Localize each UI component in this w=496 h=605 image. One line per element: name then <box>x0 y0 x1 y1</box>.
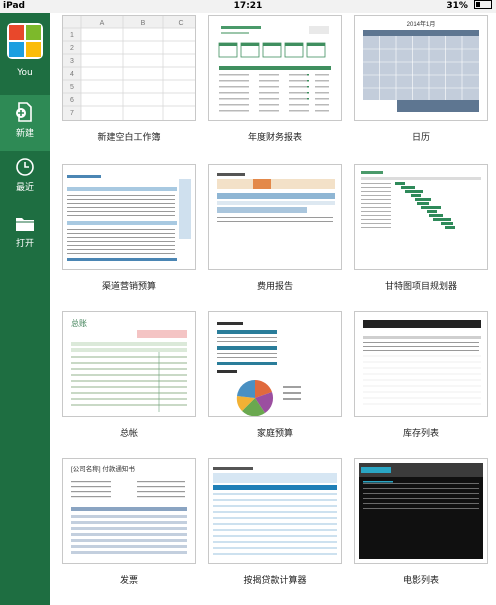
column-header: C <box>178 20 183 27</box>
template-thumbnail <box>354 164 488 270</box>
template-blank-workbook[interactable]: A B C 1 2 3 4 5 6 7 新建空白工作簿 <box>62 15 196 143</box>
gantt-preview <box>361 171 481 229</box>
template-label: 渠道营销预算 <box>101 282 156 292</box>
template-label: 按揭贷款计算器 <box>243 576 307 586</box>
office-logo-icon[interactable] <box>7 23 43 59</box>
battery-percent: 31% <box>446 1 468 11</box>
sidebar-item-label: 最近 <box>15 183 34 193</box>
new-document-icon <box>16 102 32 122</box>
template-channel-marketing-budget[interactable]: 渠道营销预算 <box>62 164 196 292</box>
sidebar-item-label: 新建 <box>15 129 34 139</box>
template-label: 库存列表 <box>402 429 439 439</box>
movie-list-preview <box>359 463 483 559</box>
row-header: 7 <box>70 110 74 117</box>
sidebar: You 新建 最近 打开 <box>0 13 50 605</box>
template-general-ledger[interactable]: 总账 总帐 <box>62 311 196 439</box>
row-header: 1 <box>70 32 74 39</box>
template-gallery: A B C 1 2 3 4 5 6 7 新建空白工作簿 年度财务报表 2014年… <box>50 13 496 605</box>
clock: 17:21 <box>233 1 263 11</box>
template-thumbnail <box>208 311 342 417</box>
blank-sheet-preview: A B C 1 2 3 4 5 6 7 <box>63 16 195 120</box>
calendar-title: 2014年1月 <box>407 20 436 28</box>
status-bar: iPad 17:21 31% <box>0 0 496 13</box>
invoice-preview: [公司名称] 付款通知书 <box>71 464 187 554</box>
template-mortgage-calculator[interactable]: 按揭贷款计算器 <box>208 458 342 586</box>
template-label: 电影列表 <box>402 576 439 586</box>
calendar-preview: 2014年1月 <box>363 20 479 112</box>
row-header: 4 <box>70 71 74 78</box>
marketing-budget-preview <box>67 175 191 261</box>
template-thumbnail <box>208 164 342 270</box>
financial-report-preview <box>218 26 331 112</box>
battery-status: 31% <box>446 0 492 13</box>
battery-icon <box>474 0 492 9</box>
template-invoice[interactable]: [公司名称] 付款通知书 发票 <box>62 458 196 586</box>
template-inventory-list[interactable]: 库存列表 <box>354 311 488 439</box>
template-label: 新建空白工作簿 <box>97 133 161 143</box>
template-annual-financial-report[interactable]: 年度财务报表 <box>208 15 342 143</box>
row-header: 2 <box>70 45 74 52</box>
template-gantt-project-planner[interactable]: 甘特图项目规划器 <box>354 164 488 292</box>
template-label: 日历 <box>411 133 430 143</box>
template-label: 总帐 <box>119 429 138 439</box>
template-label: 甘特图项目规划器 <box>384 282 457 292</box>
template-label: 费用报告 <box>256 282 293 292</box>
template-calendar[interactable]: 2014年1月 日历 <box>354 15 488 143</box>
template-thumbnail: 总账 <box>62 311 196 417</box>
row-header: 6 <box>70 97 74 104</box>
row-header: 5 <box>70 84 74 91</box>
template-thumbnail: A B C 1 2 3 4 5 6 7 <box>62 15 196 121</box>
template-expense-report[interactable]: 费用报告 <box>208 164 342 292</box>
template-thumbnail <box>208 15 342 121</box>
template-thumbnail: [公司名称] 付款通知书 <box>62 458 196 564</box>
invoice-title: [公司名称] 付款通知书 <box>71 464 135 473</box>
sidebar-item-recent[interactable]: 最近 <box>0 151 50 207</box>
template-label: 家庭预算 <box>256 429 293 439</box>
template-thumbnail <box>354 458 488 564</box>
template-thumbnail <box>354 311 488 417</box>
sidebar-item-label: 打开 <box>15 239 34 249</box>
row-header: 3 <box>70 58 74 65</box>
ledger-preview: 总账 <box>71 318 187 412</box>
account-label[interactable]: You <box>0 68 50 78</box>
mortgage-preview <box>213 467 337 555</box>
expense-report-preview <box>217 173 335 222</box>
template-movie-list[interactable]: 电影列表 <box>354 458 488 586</box>
template-thumbnail <box>208 458 342 564</box>
folder-icon <box>16 218 34 231</box>
template-thumbnail: 2014年1月 <box>354 15 488 121</box>
sidebar-item-new[interactable]: 新建 <box>0 95 50 151</box>
household-budget-preview <box>217 322 301 416</box>
column-header: A <box>100 20 105 27</box>
column-header: B <box>141 20 146 27</box>
template-label: 年度财务报表 <box>247 133 302 143</box>
ledger-title: 总账 <box>71 318 87 328</box>
template-household-budget[interactable]: 家庭预算 <box>208 311 342 439</box>
sidebar-item-open[interactable]: 打开 <box>0 209 50 265</box>
inventory-preview <box>363 320 481 405</box>
clock-icon <box>16 158 34 176</box>
template-thumbnail <box>62 164 196 270</box>
template-label: 发票 <box>119 576 138 586</box>
